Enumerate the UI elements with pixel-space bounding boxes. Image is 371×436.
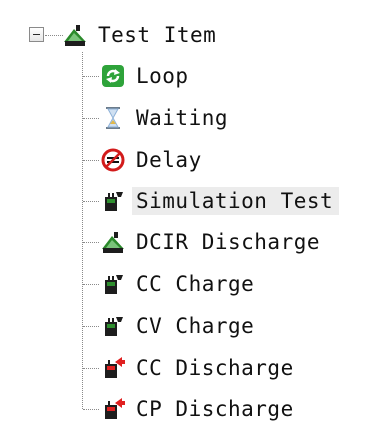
tree-node-cc-charge[interactable]: CC Charge (100, 267, 254, 301)
tree-node-cv-charge[interactable]: CV Charge (100, 309, 254, 343)
battery-discharge-icon (100, 355, 126, 381)
tree-node-label: DCIR Discharge (136, 230, 321, 254)
tree-connector (83, 201, 99, 202)
battery-discharge-icon (100, 396, 126, 422)
tree-connector (82, 52, 83, 409)
tree-node-cp-discharge[interactable]: CP Discharge (100, 392, 294, 426)
tree-connector (45, 35, 63, 36)
collapse-toggle[interactable] (29, 27, 44, 42)
tree-node-label: Test Item (98, 23, 217, 47)
battery-cell-icon (62, 22, 88, 48)
tree-connector (83, 409, 99, 410)
tree-node-label: CV Charge (136, 314, 255, 338)
tree-node-label: CC Charge (136, 272, 255, 296)
tree-node-label: CP Discharge (136, 397, 294, 421)
loop-arrows-icon (100, 63, 126, 89)
tree-connector (83, 326, 99, 327)
tree-node-dcir-discharge[interactable]: DCIR Discharge (100, 225, 320, 259)
hourglass-icon (100, 105, 126, 131)
tree-connector (83, 284, 99, 285)
tree-node-label: Waiting (136, 106, 229, 130)
tree-node-delay[interactable]: Delay (100, 143, 202, 177)
tree-node-label: Simulation Test (132, 187, 340, 215)
tree-node-label: Loop (136, 64, 189, 88)
tree-connector (83, 160, 99, 161)
test-item-tree: Test Item Loop Waiting Delay Simulation … (0, 0, 371, 436)
tree-connector (83, 368, 99, 369)
battery-plug-icon (100, 188, 126, 214)
tree-node-test-item[interactable]: Test Item (62, 18, 216, 52)
tree-connector (83, 76, 99, 77)
tree-node-cc-discharge[interactable]: CC Discharge (100, 351, 294, 385)
battery-cell-icon (100, 229, 126, 255)
tree-node-loop[interactable]: Loop (100, 59, 189, 93)
tree-node-label: CC Discharge (136, 356, 294, 380)
tree-node-label: Delay (136, 148, 202, 172)
tree-node-simulation-test[interactable]: Simulation Test (100, 184, 340, 218)
battery-plug-icon (100, 313, 126, 339)
no-entry-icon (100, 147, 126, 173)
battery-plug-icon (100, 271, 126, 297)
tree-node-waiting[interactable]: Waiting (100, 101, 228, 135)
tree-connector (83, 242, 99, 243)
tree-connector (83, 118, 99, 119)
